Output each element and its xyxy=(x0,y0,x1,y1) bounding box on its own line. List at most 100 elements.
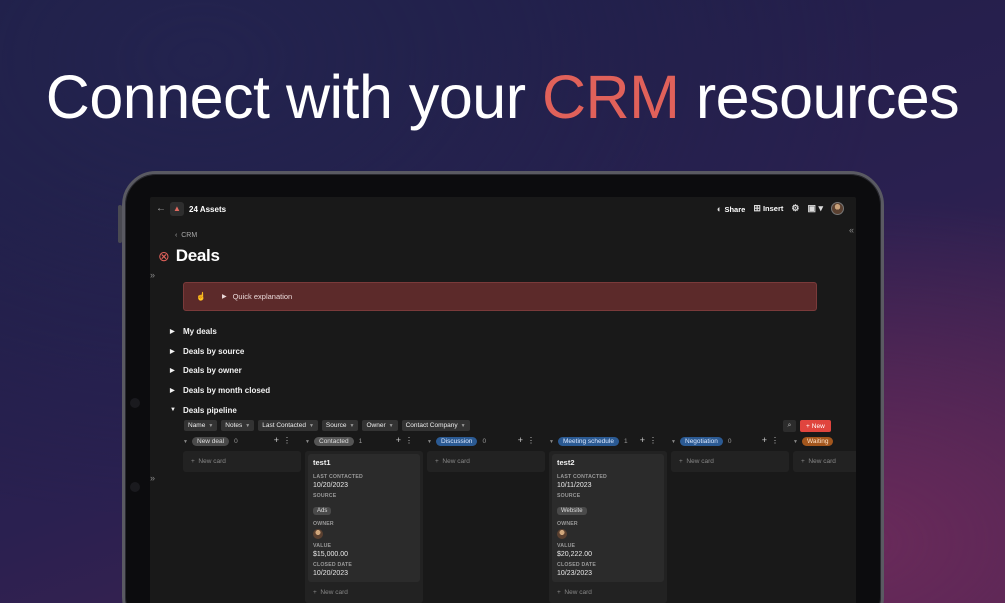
triangle-right-icon: ▶ xyxy=(170,348,175,355)
source-tag: Website xyxy=(557,507,587,515)
status-pill: Contacted xyxy=(314,437,354,446)
add-card-icon[interactable]: + xyxy=(762,435,767,446)
deal-card[interactable]: test1 LAST CONTACTED 10/20/2023 SOURCE A… xyxy=(308,454,420,582)
settings-gear-icon[interactable]: ⚙ xyxy=(791,203,799,214)
chevron-down-icon[interactable]: ▼ xyxy=(305,439,314,445)
toggle-deals-by-source[interactable]: ▶ Deals by source xyxy=(170,342,270,362)
add-card-icon[interactable]: + xyxy=(396,435,401,446)
card-title: test1 xyxy=(313,458,331,467)
column-count: 1 xyxy=(358,438,363,445)
page-title: Deals xyxy=(175,246,220,265)
filter-name[interactable]: Name ▼ xyxy=(184,420,218,431)
owner-avatar xyxy=(313,529,323,539)
column-body: + New card xyxy=(183,451,301,472)
more-options-icon[interactable]: ⋮ xyxy=(771,435,779,446)
toggle-deals-pipeline[interactable]: ▼ Deals pipeline xyxy=(170,400,270,420)
filter-owner[interactable]: Owner ▼ xyxy=(362,420,398,431)
new-button[interactable]: + New xyxy=(800,420,831,432)
camera-dot xyxy=(130,398,140,408)
filter-notes[interactable]: Notes ▼ xyxy=(221,420,255,431)
field-value: 10/11/2023 xyxy=(557,482,592,489)
field-label: LAST CONTACTED xyxy=(557,474,607,480)
status-pill: Meeting schedule xyxy=(558,437,619,446)
expand-left-icon-lower[interactable]: » xyxy=(150,473,155,483)
filter-label: Notes xyxy=(225,422,243,429)
status-pill: Discussion xyxy=(436,437,478,446)
new-card-button[interactable]: + New card xyxy=(796,454,856,469)
add-card-icon[interactable]: + xyxy=(640,435,645,446)
deal-card[interactable]: test2 LAST CONTACTED 10/11/2023 SOURCE W… xyxy=(552,454,664,582)
column-header: ▼ Contacted 1 + ⋮ xyxy=(305,435,423,448)
toggle-label: My deals xyxy=(183,327,217,337)
back-arrow-icon[interactable]: ← xyxy=(156,203,166,214)
field-value: $15,000.00 xyxy=(313,551,349,558)
insert-button[interactable]: ⊞ Insert xyxy=(753,203,783,214)
add-card-icon[interactable]: + xyxy=(274,435,279,446)
toggle-triangle-icon[interactable]: ▶ xyxy=(222,293,227,300)
search-icon[interactable]: ⌕ xyxy=(783,420,796,432)
workspace-title[interactable]: 24 Assets xyxy=(189,205,226,214)
toggle-deals-by-owner[interactable]: ▶ Deals by owner xyxy=(170,361,270,381)
chevron-down-icon[interactable]: ▼ xyxy=(427,439,436,445)
chevron-down-icon[interactable]: ▼ xyxy=(183,439,192,445)
collapse-right-icon[interactable]: « xyxy=(849,225,854,235)
field-value: 10/20/2023 xyxy=(313,570,349,577)
new-card-label: New card xyxy=(320,589,348,596)
toggle-label: Deals pipeline xyxy=(183,405,237,415)
field-label: CLOSED DATE xyxy=(557,562,596,568)
board-column-waiting: ▼ Waiting + New card xyxy=(793,435,856,472)
column-count: 0 xyxy=(727,438,732,445)
toggle-label: Deals by owner xyxy=(183,366,242,376)
field-label: OWNER xyxy=(313,521,334,527)
more-options-icon[interactable]: ⋮ xyxy=(405,435,413,446)
filter-label: Name xyxy=(188,422,206,429)
comment-icon[interactable]: ▣ ▾ xyxy=(807,203,823,214)
share-button[interactable]: ◐ Share xyxy=(717,204,745,214)
status-pill: Negotiation xyxy=(680,437,723,446)
toggle-my-deals[interactable]: ▶ My deals xyxy=(170,322,270,342)
toggle-deals-by-month[interactable]: ▶ Deals by month closed xyxy=(170,381,270,401)
field-label: VALUE xyxy=(557,543,576,549)
filter-contact-company[interactable]: Contact Company ▼ xyxy=(401,420,470,431)
new-card-button[interactable]: + New card xyxy=(186,454,298,469)
chevron-down-icon[interactable]: ▼ xyxy=(671,439,680,445)
field-label: SOURCE xyxy=(557,493,581,499)
expand-left-icon[interactable]: » xyxy=(150,270,155,280)
chevron-down-icon[interactable]: ▼ xyxy=(793,439,802,445)
share-icon: ◐ xyxy=(716,203,723,214)
headline-text: Connect with your xyxy=(45,63,542,131)
new-card-button[interactable]: + New card xyxy=(552,585,664,600)
chevron-down-icon: ▼ xyxy=(349,422,355,429)
toggle-list: ▶ My deals ▶ Deals by source ▶ Deals by own… xyxy=(170,322,270,420)
chevron-down-icon: ▼ xyxy=(388,422,394,429)
quick-explanation-callout[interactable]: ☝ ▶ Quick explanation xyxy=(183,282,817,311)
filter-last-contacted[interactable]: Last Contacted ▼ xyxy=(258,420,318,431)
board-column-contacted: ▼ Contacted 1 + ⋮ test1 LAST CONTACTED 1… xyxy=(305,435,423,603)
filter-source[interactable]: Source ▼ xyxy=(321,420,359,431)
chevron-left-icon: ‹ xyxy=(175,232,178,239)
column-count: 1 xyxy=(623,438,628,445)
new-card-button[interactable]: + New card xyxy=(674,454,786,469)
new-card-button[interactable]: + New card xyxy=(308,585,420,600)
pointing-hand-icon: ☝ xyxy=(196,292,206,301)
more-options-icon[interactable]: ⋮ xyxy=(283,435,291,446)
status-pill: Waiting xyxy=(802,437,834,446)
headline-text-end: resources xyxy=(679,63,960,131)
column-body: + New card xyxy=(427,451,545,472)
more-options-icon[interactable]: ⋮ xyxy=(527,435,535,446)
topbar-actions: ◐ Share ⊞ Insert ⚙ ▣ ▾ xyxy=(717,202,844,215)
source-tag: Ads xyxy=(313,507,332,515)
chevron-down-icon[interactable]: ▼ xyxy=(549,439,558,445)
chevron-down-icon: ▼ xyxy=(208,422,214,429)
user-avatar[interactable] xyxy=(831,202,844,215)
field-label: OWNER xyxy=(557,521,578,527)
breadcrumb[interactable]: ‹ CRM xyxy=(175,232,197,239)
breadcrumb-parent[interactable]: CRM xyxy=(181,232,197,239)
triangle-down-icon: ▼ xyxy=(170,407,176,414)
column-count: 0 xyxy=(482,438,487,445)
new-card-button[interactable]: + New card xyxy=(430,454,542,469)
more-options-icon[interactable]: ⋮ xyxy=(649,435,657,446)
new-card-label: New card xyxy=(442,458,470,465)
add-card-icon[interactable]: + xyxy=(518,435,523,446)
workspace-icon[interactable]: ▲ xyxy=(170,202,184,216)
